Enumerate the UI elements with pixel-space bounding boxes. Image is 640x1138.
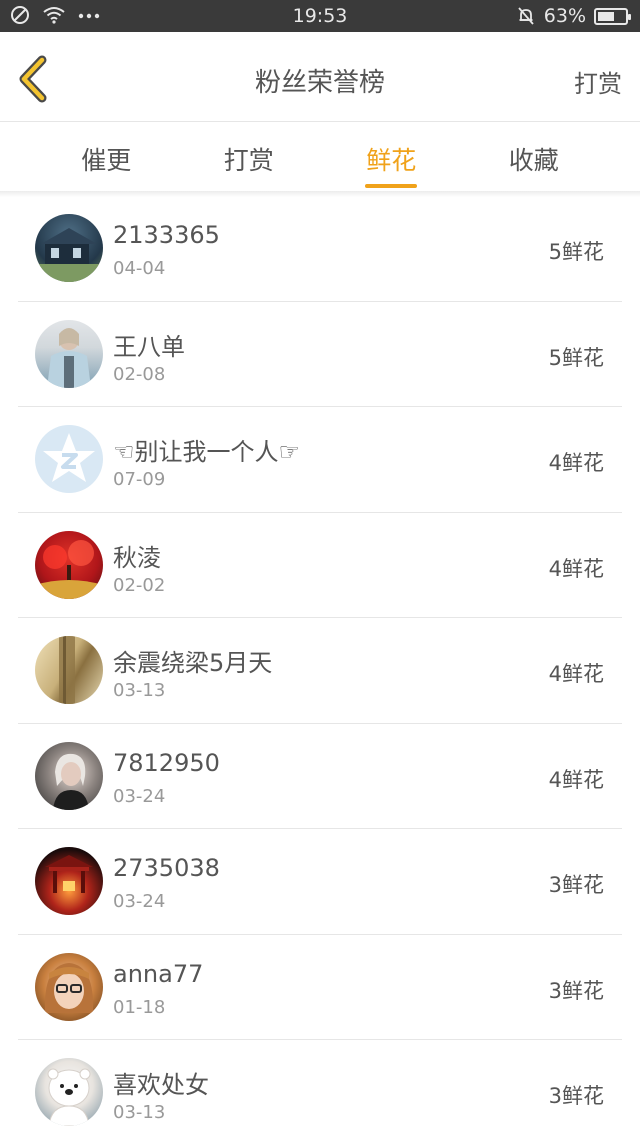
list-item[interactable]: 2133365 04-04 5鲜花 [18,196,622,302]
fan-name: 秋淩 [113,543,161,572]
page-title: 粉丝荣誉榜 [254,68,385,98]
tab-label: 催更 [81,146,132,175]
battery-icon [594,7,631,25]
tab-label: 打赏 [223,146,274,175]
flower-count: 4鲜花 [548,451,604,475]
avatar[interactable] [35,847,103,915]
battery-level [598,11,614,21]
flower-count: 3鲜花 [548,978,604,1003]
tab-flowers[interactable]: 鲜花 [336,123,446,191]
tab-bar: 催更 打赏 鲜花 收藏 [0,123,640,191]
fan-date: 03-13 [113,1102,166,1123]
status-bar: 19:53 63% [0,0,640,32]
fan-date: 02-02 [113,574,166,596]
fan-date: 03-13 [113,680,166,701]
active-tab-indicator [365,184,418,188]
list-item[interactable]: anna77 01-18 3鲜花 [18,935,622,1040]
fan-name: 王八单 [113,332,185,361]
avatar[interactable] [35,952,103,1021]
header: 粉丝荣誉榜 打赏 [0,32,640,122]
flower-count: 3鲜花 [548,873,604,897]
list-item[interactable]: 秋淩 02-02 4鲜花 [18,513,622,618]
fan-name: ☜别让我一个人☞ [113,438,301,466]
tab-tip[interactable]: 打赏 [194,123,304,191]
status-right-icons: 63% [516,5,631,27]
flower-count: 5鲜花 [548,240,604,264]
tab-label: 收藏 [508,146,559,175]
fan-date: 07-09 [113,469,166,490]
avatar[interactable] [35,636,103,704]
list-item[interactable]: 7812950 03-24 4鲜花 [18,724,622,829]
list-item[interactable]: 余震绕梁5月天 03-13 4鲜花 [18,618,622,724]
flower-count: 3鲜花 [548,1084,604,1108]
fan-name: 7812950 [113,748,220,777]
fan-date: 04-04 [113,258,166,279]
avatar[interactable] [35,530,103,599]
tab-urge[interactable]: 催更 [51,123,161,191]
tab-collect[interactable]: 收藏 [479,123,589,191]
fan-name: 喜欢处女 [113,1071,209,1099]
tip-button[interactable]: 打赏 [574,64,622,99]
list-item[interactable]: 王八单 02-08 5鲜花 [18,302,622,407]
flower-count: 4鲜花 [548,767,604,792]
list-item[interactable]: ☜别让我一个人☞ 07-09 4鲜花 [18,407,622,513]
avatar[interactable] [35,741,103,810]
fan-list: 2133365 04-04 5鲜花 王八单 02-08 5鲜花 ☜别让我一个人☞… [18,196,622,1138]
avatar[interactable] [35,214,103,282]
fan-name: 余震绕梁5月天 [113,649,273,677]
fan-name: 2735038 [113,854,220,882]
flower-count: 5鲜花 [548,345,604,370]
flower-count: 4鲜花 [548,662,604,686]
fan-date: 01-18 [113,996,166,1018]
list-item[interactable]: 2735038 03-24 3鲜花 [18,829,622,935]
battery-percent: 63% [543,5,586,27]
list-item[interactable]: 喜欢处女 03-13 3鲜花 [18,1040,622,1138]
tab-label: 鲜花 [366,146,417,175]
avatar[interactable] [35,1058,103,1126]
bell-muted-icon [518,7,534,25]
default-avatar-icon[interactable] [35,425,103,493]
fan-date: 03-24 [113,785,166,807]
fan-name: anna77 [113,959,204,988]
fan-date: 02-08 [113,363,166,385]
avatar[interactable] [35,319,103,388]
fan-date: 03-24 [113,891,166,912]
flower-count: 4鲜花 [548,556,604,581]
fan-name: 2133365 [113,221,220,249]
